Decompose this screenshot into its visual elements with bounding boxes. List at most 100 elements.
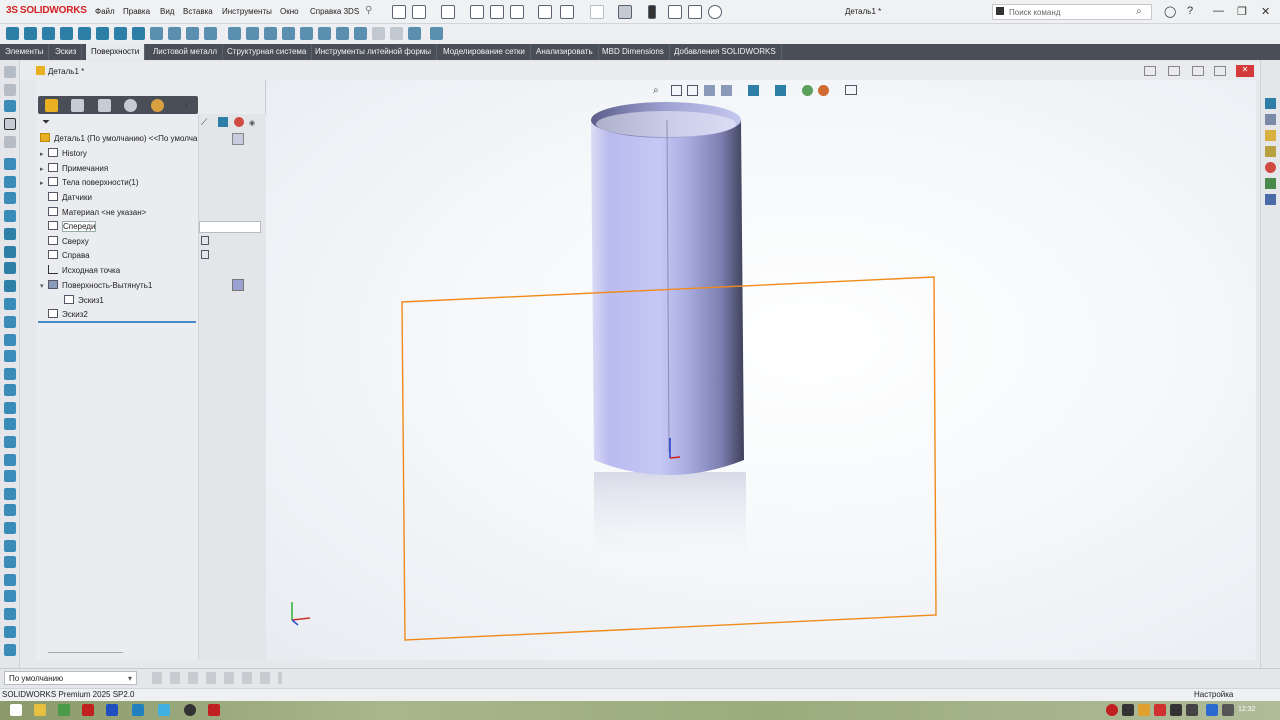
- tree-item-history[interactable]: ▸ History: [40, 148, 87, 162]
- tool-icon-3[interactable]: [4, 100, 16, 112]
- restore-icon-1[interactable]: [1144, 66, 1156, 76]
- tab-evaluate[interactable]: Анализировать: [531, 44, 599, 60]
- draft-icon[interactable]: [4, 402, 16, 414]
- media-icon[interactable]: [158, 704, 170, 716]
- rectangle-icon[interactable]: [4, 192, 16, 204]
- tray-icon-5[interactable]: [1170, 704, 1182, 716]
- layout-icon[interactable]: [668, 5, 682, 19]
- line-icon[interactable]: [4, 176, 16, 188]
- tool-icon-24[interactable]: [4, 470, 16, 482]
- view-orientation-icon[interactable]: [748, 85, 759, 96]
- revolve-icon[interactable]: [4, 246, 16, 258]
- tool-icon-27[interactable]: [4, 522, 16, 534]
- display-manager-icon[interactable]: [151, 99, 164, 112]
- hide-show-items-icon[interactable]: [802, 85, 813, 96]
- previous-view-icon[interactable]: [687, 85, 698, 96]
- menu-file[interactable]: Файл: [95, 7, 115, 16]
- edit-appearance-icon[interactable]: [818, 85, 829, 96]
- collapse-panel-icon[interactable]: ‹: [185, 99, 188, 110]
- view-settings-icon[interactable]: [845, 85, 857, 95]
- menu-insert[interactable]: Вставка: [183, 7, 213, 16]
- panel-scrollbar[interactable]: [48, 652, 123, 653]
- document-tab[interactable]: Деталь1 *: [36, 66, 84, 76]
- dome-icon[interactable]: [4, 436, 16, 448]
- tree-item-material[interactable]: Материал <не указан>: [40, 207, 146, 221]
- plane-visibility-icon-2[interactable]: [201, 250, 209, 259]
- app-logo[interactable]: 3S SOLIDWORKS: [6, 5, 87, 16]
- tab-mbd-dimensions[interactable]: MBD Dimensions: [597, 44, 670, 60]
- tray-icon-6[interactable]: [1186, 704, 1198, 716]
- solidworks-resources-icon[interactable]: [1265, 98, 1276, 109]
- redo-icon[interactable]: [590, 5, 604, 19]
- tab-solidworks-addins[interactable]: Добавления SOLIDWORKS: [669, 44, 782, 60]
- help-icon[interactable]: ?: [1187, 5, 1193, 17]
- design-library-icon[interactable]: [1265, 114, 1276, 125]
- taskbar-app-icon-2[interactable]: [132, 704, 144, 716]
- display-mode-icon[interactable]: [218, 117, 228, 127]
- tool-icon-2[interactable]: [4, 84, 16, 96]
- appearance-swatch[interactable]: [232, 133, 244, 145]
- menu-window[interactable]: Окно: [280, 7, 299, 16]
- extend-surface-icon[interactable]: [264, 27, 277, 40]
- surface-flatten-icon[interactable]: [186, 27, 199, 40]
- tab-mold-tools[interactable]: Инструменты литейной формы: [310, 44, 438, 60]
- traffic-light-icon[interactable]: [648, 5, 656, 19]
- tree-item-surface-extrude[interactable]: ▾ Поверхность-Вытянуть1: [40, 280, 152, 294]
- bluetooth-icon[interactable]: [1206, 704, 1218, 716]
- plane-visibility-icon[interactable]: [201, 236, 209, 245]
- tree-item-annotations[interactable]: ▸ Примечания: [40, 163, 108, 177]
- knit-surface-icon[interactable]: [318, 27, 331, 40]
- surface-swatch[interactable]: [232, 279, 244, 291]
- extrude-icon[interactable]: [4, 228, 16, 240]
- file-explorer-icon[interactable]: [1265, 130, 1276, 141]
- tab-sketch[interactable]: Эскиз: [50, 44, 83, 60]
- ruled-surface-icon[interactable]: [168, 27, 181, 40]
- tool-icon-33[interactable]: [4, 626, 16, 638]
- menu-edit[interactable]: Правка: [123, 7, 150, 16]
- user-icon[interactable]: ◯: [1164, 5, 1176, 18]
- filled-surface-icon[interactable]: [96, 27, 109, 40]
- home-icon[interactable]: [392, 5, 406, 19]
- restore-icon-2[interactable]: [1168, 66, 1180, 76]
- configuration-manager-icon[interactable]: [98, 99, 111, 112]
- loft-icon[interactable]: [4, 280, 16, 292]
- options-icon[interactable]: [708, 5, 722, 19]
- filter-icon[interactable]: ⏷: [42, 117, 50, 128]
- smart-dimension-icon[interactable]: [4, 66, 16, 78]
- shell-icon[interactable]: [4, 334, 16, 346]
- tray-icon-1[interactable]: [1106, 704, 1118, 716]
- tab-structure-system[interactable]: Структурная система: [222, 44, 313, 60]
- menu-help[interactable]: Справка 3DS: [310, 7, 359, 16]
- swept-surface-icon[interactable]: [42, 27, 55, 40]
- tray-icon-2[interactable]: [1122, 704, 1134, 716]
- zoom-to-fit-icon[interactable]: ⌕: [653, 85, 659, 96]
- doc-maximize-icon[interactable]: [1214, 66, 1226, 76]
- mirror-icon[interactable]: [4, 368, 16, 380]
- tasks-icon[interactable]: [1265, 194, 1276, 205]
- text-icon[interactable]: [4, 454, 16, 466]
- boundary-surface-icon[interactable]: [78, 27, 91, 40]
- offset-surface-icon[interactable]: [150, 27, 163, 40]
- lofted-surface-icon[interactable]: [60, 27, 73, 40]
- tool-icon-28[interactable]: [4, 540, 16, 552]
- view-palette-icon[interactable]: [1265, 146, 1276, 157]
- tool-icon-5[interactable]: [4, 136, 16, 148]
- select-icon[interactable]: [618, 5, 632, 19]
- untrim-surface-icon[interactable]: [300, 27, 313, 40]
- new-icon[interactable]: [412, 5, 426, 19]
- browser-icon[interactable]: [184, 704, 196, 716]
- appearances-icon[interactable]: [1265, 162, 1276, 173]
- tool-icon-32[interactable]: [4, 608, 16, 620]
- rib-icon[interactable]: [4, 384, 16, 396]
- open-icon[interactable]: [441, 5, 455, 19]
- minimize-icon[interactable]: —: [1213, 5, 1224, 17]
- pattern-icon[interactable]: [4, 350, 16, 362]
- search-icon[interactable]: ⌕: [1136, 6, 1142, 17]
- tray-icon-3[interactable]: [1138, 704, 1150, 716]
- tool-icon-29[interactable]: [4, 556, 16, 568]
- tool-icon-26[interactable]: [4, 504, 16, 516]
- annotation-tools[interactable]: [152, 672, 282, 684]
- revolved-surface-icon[interactable]: [24, 27, 37, 40]
- tree-root[interactable]: Деталь1 (По умолчанию) <<По умолча: [40, 133, 197, 147]
- transparency-icon[interactable]: ◉: [249, 119, 255, 127]
